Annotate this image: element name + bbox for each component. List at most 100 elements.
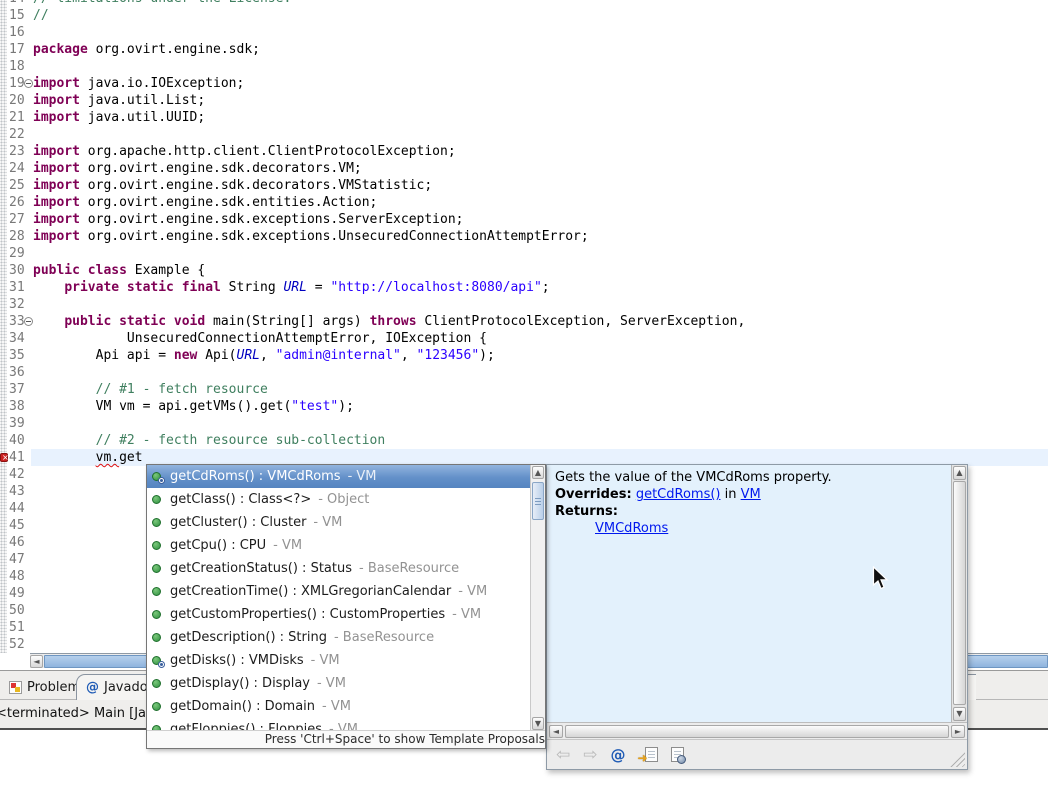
line-number[interactable]: 37: [7, 381, 33, 398]
line-number[interactable]: 45: [7, 517, 33, 534]
line-number[interactable]: 52: [7, 636, 33, 653]
line-number[interactable]: 25: [7, 177, 33, 194]
completion-item[interactable]: getDescription() : String - BaseResource: [147, 626, 545, 649]
completion-item[interactable]: getCreationTime() : XMLGregorianCalendar…: [147, 580, 545, 603]
returns-type-link[interactable]: VMCdRoms: [595, 520, 668, 537]
scroll-up-button[interactable]: ▲: [532, 466, 544, 479]
line-number[interactable]: 44: [7, 500, 33, 517]
code-line[interactable]: import org.ovirt.engine.sdk.decorators.V…: [33, 160, 1048, 177]
code-line[interactable]: [33, 364, 1048, 381]
scrollbar-thumb[interactable]: [565, 725, 949, 738]
code-line[interactable]: [33, 24, 1048, 41]
fold-collapse-icon[interactable]: [24, 317, 33, 326]
code-line[interactable]: public class Example {: [33, 262, 1048, 279]
completion-item[interactable]: getDisplay() : Display - VM: [147, 672, 545, 695]
scrollbar-thumb[interactable]: [953, 481, 966, 705]
line-number[interactable]: 14: [7, 0, 33, 7]
javadoc-horizontal-scrollbar[interactable]: ◄ ►: [547, 722, 967, 740]
code-line[interactable]: package org.ovirt.engine.sdk;: [33, 41, 1048, 58]
line-number[interactable]: 23: [7, 143, 33, 160]
overrides-class-link[interactable]: VM: [741, 487, 761, 502]
line-number[interactable]: 50: [7, 602, 33, 619]
code-line[interactable]: import java.util.UUID;: [33, 109, 1048, 126]
line-number[interactable]: 34: [7, 330, 33, 347]
scroll-down-button[interactable]: ▼: [953, 707, 966, 721]
line-number-gutter[interactable]: 1415161718192021222324252627282930313233…: [7, 0, 33, 653]
completion-list[interactable]: getCdRoms() : VMCdRoms - VMgetClass() : …: [147, 465, 545, 731]
completion-item[interactable]: getCluster() : Cluster - VM: [147, 511, 545, 534]
line-number[interactable]: 22: [7, 126, 33, 143]
overrides-method-link[interactable]: getCdRoms(): [636, 487, 721, 502]
line-number[interactable]: 15: [7, 7, 33, 24]
code-line[interactable]: import org.ovirt.engine.sdk.exceptions.U…: [33, 228, 1048, 245]
completion-item[interactable]: getCdRoms() : VMCdRoms - VM: [147, 465, 545, 488]
scroll-left-button[interactable]: ◄: [30, 655, 43, 668]
open-in-browser-icon[interactable]: [671, 747, 684, 762]
line-number[interactable]: 29: [7, 245, 33, 262]
annotation-ruler[interactable]: [0, 0, 7, 653]
line-number[interactable]: 21: [7, 109, 33, 126]
line-number[interactable]: 31: [7, 279, 33, 296]
error-marker-icon[interactable]: [0, 453, 8, 462]
completion-item[interactable]: getCreationStatus() : Status - BaseResou…: [147, 557, 545, 580]
code-line[interactable]: private static final String URL = "http:…: [33, 279, 1048, 296]
code-line[interactable]: import org.ovirt.engine.sdk.decorators.V…: [33, 177, 1048, 194]
line-number[interactable]: 20: [7, 92, 33, 109]
line-number[interactable]: 49: [7, 585, 33, 602]
code-line[interactable]: VM vm = api.getVMs().get("test");: [33, 398, 1048, 415]
code-line[interactable]: [33, 245, 1048, 262]
line-number[interactable]: 17: [7, 41, 33, 58]
completion-scrollbar[interactable]: ▲ ▼: [530, 465, 545, 731]
code-line[interactable]: import java.io.IOException;: [33, 75, 1048, 92]
javadoc-vertical-scrollbar[interactable]: ▲ ▼: [951, 465, 967, 722]
code-line[interactable]: // #2 - fecth resource sub-collection: [33, 432, 1048, 449]
forward-icon[interactable]: ⇨: [583, 747, 597, 763]
code-line[interactable]: [33, 58, 1048, 75]
line-number[interactable]: 38: [7, 398, 33, 415]
completion-item[interactable]: getCpu() : CPU - VM: [147, 534, 545, 557]
code-line[interactable]: import org.ovirt.engine.sdk.exceptions.S…: [33, 211, 1048, 228]
line-number[interactable]: 18: [7, 58, 33, 75]
back-icon[interactable]: ⇦: [556, 747, 570, 763]
completion-item[interactable]: getDomain() : Domain - VM: [147, 695, 545, 718]
code-line[interactable]: // limitations under the License.: [33, 0, 1048, 7]
line-number[interactable]: 36: [7, 364, 33, 381]
line-number[interactable]: 30: [7, 262, 33, 279]
completion-item[interactable]: getClass() : Class<?> - Object: [147, 488, 545, 511]
open-input-icon[interactable]: ➜: [645, 747, 658, 762]
line-number[interactable]: 40: [7, 432, 33, 449]
fold-collapse-icon[interactable]: [24, 79, 33, 88]
show-in-javadoc-view-icon[interactable]: @: [611, 746, 626, 764]
scroll-down-button[interactable]: ▼: [532, 717, 544, 730]
scroll-left-button[interactable]: ◄: [549, 725, 563, 738]
line-number[interactable]: 51: [7, 619, 33, 636]
scroll-right-button[interactable]: ►: [951, 725, 965, 738]
code-line[interactable]: import org.apache.http.client.ClientProt…: [33, 143, 1048, 160]
line-number[interactable]: 47: [7, 551, 33, 568]
code-line[interactable]: [33, 296, 1048, 313]
line-number[interactable]: 42: [7, 466, 33, 483]
code-line[interactable]: [33, 126, 1048, 143]
line-number[interactable]: 48: [7, 568, 33, 585]
line-number[interactable]: 43: [7, 483, 33, 500]
line-number[interactable]: 46: [7, 534, 33, 551]
scroll-up-button[interactable]: ▲: [953, 466, 966, 480]
completion-item[interactable]: getCustomProperties() : CustomProperties…: [147, 603, 545, 626]
line-number[interactable]: 24: [7, 160, 33, 177]
line-number[interactable]: 32: [7, 296, 33, 313]
line-number[interactable]: 27: [7, 211, 33, 228]
code-line[interactable]: Api api = new Api(URL, "admin@internal",…: [33, 347, 1048, 364]
line-number[interactable]: 39: [7, 415, 33, 432]
code-line[interactable]: [33, 415, 1048, 432]
code-line[interactable]: public static void main(String[] args) t…: [33, 313, 1048, 330]
code-line[interactable]: UnsecuredConnectionAttemptError, IOExcep…: [33, 330, 1048, 347]
line-number[interactable]: 26: [7, 194, 33, 211]
completion-item[interactable]: getDisks() : VMDisks - VM: [147, 649, 545, 672]
line-number[interactable]: 16: [7, 24, 33, 41]
line-number[interactable]: 41: [7, 449, 33, 466]
code-line[interactable]: import java.util.List;: [33, 92, 1048, 109]
scrollbar-thumb[interactable]: [532, 482, 544, 520]
line-number[interactable]: 28: [7, 228, 33, 245]
code-line[interactable]: // #1 - fetch resource: [33, 381, 1048, 398]
code-line[interactable]: import org.ovirt.engine.sdk.entities.Act…: [33, 194, 1048, 211]
